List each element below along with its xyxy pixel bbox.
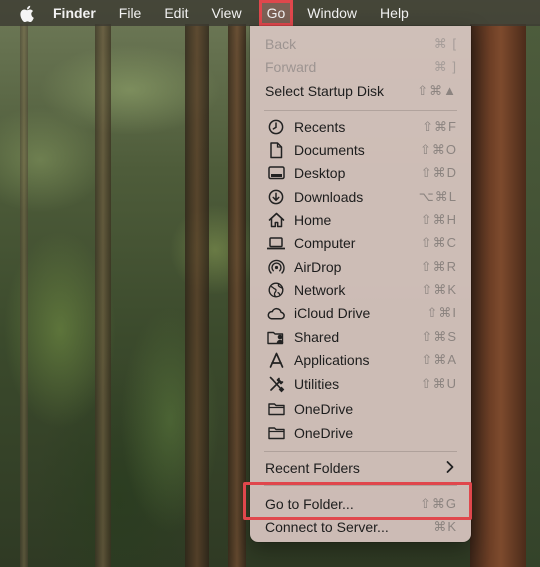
tree-trunk xyxy=(185,24,209,567)
menu-item-icloud-drive[interactable]: iCloud Drive ⇧⌘I xyxy=(250,301,471,324)
menu-item-shared[interactable]: Shared ⇧⌘S xyxy=(250,325,471,348)
menu-item-computer[interactable]: Computer ⇧⌘C xyxy=(250,231,471,254)
chevron-right-icon xyxy=(445,460,457,474)
home-icon xyxy=(267,211,285,229)
shortcut-label: ⇧⌘U xyxy=(420,375,457,391)
menu-item-label: iCloud Drive xyxy=(294,304,371,321)
clock-icon xyxy=(267,118,285,136)
menu-item-documents[interactable]: Documents ⇧⌘O xyxy=(250,138,471,161)
shortcut-label: ⇧⌘H xyxy=(420,211,457,227)
menu-item-onedrive[interactable]: OneDrive xyxy=(250,421,471,444)
menu-item-label: Applications xyxy=(294,351,370,368)
menu-finder[interactable]: Finder xyxy=(53,5,96,21)
menu-item-recents[interactable]: Recents ⇧⌘F xyxy=(250,115,471,138)
menu-item-label: OneDrive xyxy=(294,400,354,417)
menu-item-label: Desktop xyxy=(294,164,346,181)
menu-item-forward[interactable]: Forward ⌘ ] xyxy=(250,55,471,78)
menu-item-downloads[interactable]: Downloads ⌥⌘L xyxy=(250,185,471,208)
shortcut-label: ⌘ [ xyxy=(433,35,457,51)
menu-bar: Finder File Edit View Go Window Help xyxy=(0,0,540,26)
menu-item-desktop[interactable]: Desktop ⇧⌘D xyxy=(250,161,471,184)
menu-item-label: Documents xyxy=(294,141,365,158)
applications-icon xyxy=(267,351,285,369)
foliage-edge xyxy=(526,24,540,567)
menu-separator xyxy=(264,110,457,111)
menu-separator xyxy=(264,485,457,486)
menu-window[interactable]: Window xyxy=(307,5,357,21)
menu-item-connect-to-server[interactable]: Connect to Server... ⌘K xyxy=(250,515,471,538)
redwood-trunk xyxy=(470,24,526,567)
document-icon xyxy=(267,141,285,159)
shortcut-label: ⇧⌘I xyxy=(426,304,457,320)
download-icon xyxy=(267,188,285,206)
shortcut-label: ⇧⌘O xyxy=(419,141,457,157)
shortcut-label: ⌥⌘L xyxy=(418,188,457,204)
tree-trunk xyxy=(95,24,111,567)
menu-item-label: Network xyxy=(294,281,346,298)
shortcut-label: ⌘K xyxy=(433,518,457,534)
globe-icon xyxy=(267,281,285,299)
menu-item-onedrive[interactable]: OneDrive xyxy=(250,397,471,420)
laptop-icon xyxy=(267,234,285,252)
menu-item-label: Forward xyxy=(265,58,317,75)
menu-go[interactable]: Go xyxy=(258,0,294,26)
menu-item-label: Computer xyxy=(294,234,356,251)
menu-item-label: Go to Folder... xyxy=(265,495,354,512)
menu-item-label: Recent Folders xyxy=(265,459,360,476)
desktop-icon xyxy=(267,164,285,182)
menu-item-select-startup-disk[interactable]: Select Startup Disk ⇧⌘▲ xyxy=(250,79,471,102)
shortcut-label: ⌘ ] xyxy=(433,58,457,74)
shortcut-label: ⇧⌘R xyxy=(420,258,457,274)
menu-item-applications[interactable]: Applications ⇧⌘A xyxy=(250,348,471,371)
go-menu-dropdown: Back ⌘ [ Forward ⌘ ] Select Startup Disk… xyxy=(250,26,471,542)
menu-item-home[interactable]: Home ⇧⌘H xyxy=(250,208,471,231)
menu-help[interactable]: Help xyxy=(380,5,409,21)
menu-item-label: Home xyxy=(294,211,332,228)
folder-icon xyxy=(267,400,285,418)
folder-icon xyxy=(267,424,285,442)
cloud-icon xyxy=(267,304,285,322)
shortcut-label: ⇧⌘F xyxy=(422,118,457,134)
tree-trunk xyxy=(228,24,246,567)
menu-item-label: Downloads xyxy=(294,188,364,205)
shared-folder-icon xyxy=(267,328,285,346)
airdrop-icon xyxy=(267,258,285,276)
menu-file[interactable]: File xyxy=(119,5,142,21)
utilities-icon xyxy=(267,375,285,393)
shortcut-label: ⇧⌘A xyxy=(421,351,457,367)
menu-item-label: OneDrive xyxy=(294,424,354,441)
menu-item-utilities[interactable]: Utilities ⇧⌘U xyxy=(250,372,471,395)
menu-separator xyxy=(264,451,457,452)
menu-item-label: Connect to Server... xyxy=(265,518,389,535)
apple-menu-icon[interactable] xyxy=(17,4,35,22)
menu-item-go-to-folder[interactable]: Go to Folder... ⇧⌘G xyxy=(250,492,471,515)
menu-item-label: Select Startup Disk xyxy=(265,82,385,99)
shortcut-label: ⇧⌘D xyxy=(420,164,457,180)
menu-item-recent-folders[interactable]: Recent Folders xyxy=(250,456,471,479)
menu-view[interactable]: View xyxy=(211,5,241,21)
shortcut-label: ⇧⌘S xyxy=(421,328,457,344)
menu-edit[interactable]: Edit xyxy=(164,5,188,21)
menu-item-back[interactable]: Back ⌘ [ xyxy=(250,32,471,55)
shortcut-label: ⇧⌘C xyxy=(420,234,457,250)
shortcut-label: ⇧⌘G xyxy=(419,495,457,511)
tree-trunk xyxy=(20,24,28,567)
menu-item-network[interactable]: Network ⇧⌘K xyxy=(250,278,471,301)
shortcut-label: ⇧⌘▲ xyxy=(417,82,457,98)
menu-item-label: Shared xyxy=(294,328,340,345)
shortcut-label: ⇧⌘K xyxy=(421,281,457,297)
menu-item-label: AirDrop xyxy=(294,258,342,275)
menu-item-label: Recents xyxy=(294,118,346,135)
menu-item-label: Utilities xyxy=(294,375,340,392)
menu-item-label: Back xyxy=(265,35,297,52)
menu-item-airdrop[interactable]: AirDrop ⇧⌘R xyxy=(250,255,471,278)
